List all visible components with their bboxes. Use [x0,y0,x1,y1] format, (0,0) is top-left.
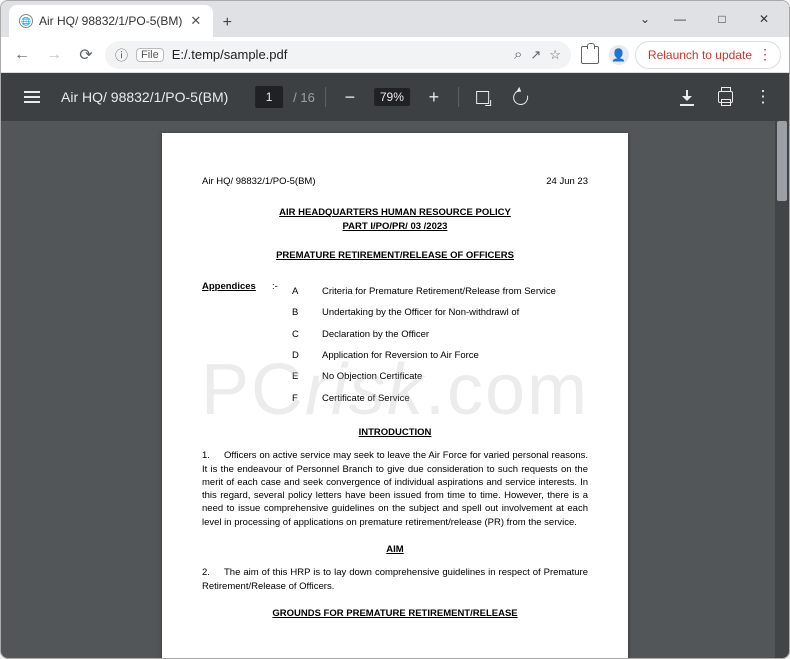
close-button[interactable]: ✕ [743,5,785,33]
appendices-table: ACriteria for Premature Retirement/Relea… [290,280,558,410]
browser-tab[interactable]: 🌐 Air HQ/ 98832/1/PO-5(BM) ✕ [9,5,213,37]
search-icon[interactable]: ⌕ [514,46,522,63]
pdf-title: Air HQ/ 98832/1/PO-5(BM) [61,89,228,105]
pdf-page: Air HQ/ 98832/1/PO-5(BM) 24 Jun 23 AIR H… [162,133,628,658]
zoom-in-button[interactable]: + [420,83,448,111]
window-controls: ⌄ — □ ✕ [631,1,789,37]
divider [458,87,459,107]
tab-search-icon[interactable]: ⌄ [631,5,659,33]
kebab-menu-icon[interactable]: ⋮ [751,85,775,109]
url-input[interactable]: ⓘ File E:/.temp/sample.pdf ⌕ ↗ ☆ [105,41,571,69]
titlebar: 🌐 Air HQ/ 98832/1/PO-5(BM) ✕ + ⌄ — □ ✕ [1,1,789,37]
pdf-toolbar: Air HQ/ 98832/1/PO-5(BM) / 16 − 79% + ⋮ [1,73,789,121]
page-number-input[interactable] [255,86,283,108]
url-text: E:/.temp/sample.pdf [172,47,506,62]
avatar[interactable]: 👤 [609,45,629,65]
download-icon[interactable] [675,85,699,109]
file-chip: File [136,48,164,62]
table-row: BUndertaking by the Officer for Non-with… [292,303,556,322]
table-row: ENo Objection Certificate [292,367,556,386]
doc-title-line1: AIR HEADQUARTERS HUMAN RESOURCE POLICY [202,206,588,219]
forward-button[interactable]: → [41,42,67,68]
appendices-label: Appendices [202,280,272,410]
rotate-icon[interactable] [507,83,535,111]
tab-title: Air HQ/ 98832/1/PO-5(BM) [39,14,182,28]
scrollbar-thumb[interactable] [777,121,787,201]
tab-close-icon[interactable]: ✕ [188,11,203,31]
paragraph-1: 1.Officers on active service may seek to… [202,449,588,529]
fit-page-icon[interactable] [469,83,497,111]
zoom-out-button[interactable]: − [336,83,364,111]
page-separator: / 16 [293,90,315,105]
address-bar: ← → ⟳ ⓘ File E:/.temp/sample.pdf ⌕ ↗ ☆ 👤… [1,37,789,73]
pdf-viewer[interactable]: Air HQ/ 98832/1/PO-5(BM) 24 Jun 23 AIR H… [1,121,789,658]
table-row: FCertificate of Service [292,389,556,408]
intro-heading: INTRODUCTION [202,426,588,439]
relaunch-button[interactable]: Relaunch to update ⋮ [635,41,781,69]
scrollbar[interactable] [775,121,789,658]
table-row: CDeclaration by the Officer [292,325,556,344]
bookmark-icon[interactable]: ☆ [549,47,561,63]
new-tab-button[interactable]: + [213,9,241,37]
print-icon[interactable] [713,85,737,109]
extensions-icon[interactable] [577,42,603,68]
minimize-button[interactable]: — [659,5,701,33]
site-info-icon[interactable]: ⓘ [115,45,128,64]
back-button[interactable]: ← [9,42,35,68]
maximize-button[interactable]: □ [701,5,743,33]
relaunch-label: Relaunch to update [648,48,752,62]
table-row: DApplication for Reversion to Air Force [292,346,556,365]
share-icon[interactable]: ↗ [530,47,541,63]
reload-button[interactable]: ⟳ [73,42,99,68]
doc-subtitle: PREMATURE RETIREMENT/RELEASE OF OFFICERS [202,249,588,262]
aim-heading: AIM [202,543,588,556]
menu-icon[interactable] [15,80,49,114]
grounds-heading: GROUNDS FOR PREMATURE RETIREMENT/RELEASE [202,607,588,620]
globe-icon: 🌐 [19,14,33,28]
more-icon[interactable]: ⋮ [758,46,772,63]
table-row: ACriteria for Premature Retirement/Relea… [292,282,556,301]
doc-title-line2: PART I/PO/PR/ 03 /2023 [202,220,588,233]
appendices-colon: :- [272,280,290,410]
doc-ref: Air HQ/ 98832/1/PO-5(BM) [202,175,316,188]
paragraph-2: 2.The aim of this HRP is to lay down com… [202,566,588,593]
zoom-value: 79% [374,88,410,106]
doc-date: 24 Jun 23 [546,175,588,188]
divider [325,87,326,107]
